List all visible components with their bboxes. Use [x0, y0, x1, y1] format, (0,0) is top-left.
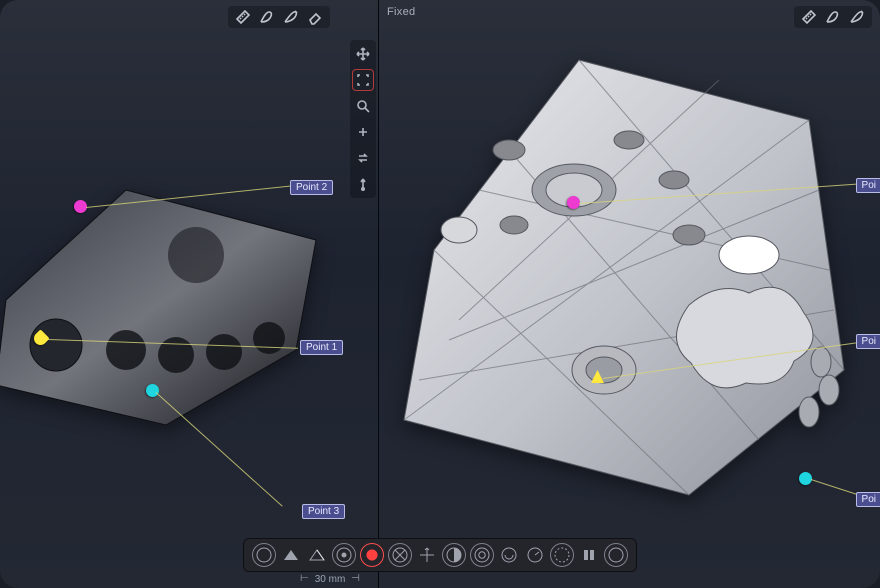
scale-label: 30 mm	[315, 574, 346, 585]
cmd-7[interactable]	[416, 544, 438, 566]
mesh-cad	[389, 40, 869, 510]
viewport-title: Fixed	[387, 6, 415, 18]
move-icon[interactable]	[353, 44, 373, 64]
cmd-3[interactable]	[306, 544, 328, 566]
sketch-icon[interactable]	[824, 8, 842, 26]
scale-bar: ⊢ 30 mm ⊣	[300, 574, 360, 585]
label-r-point2[interactable]: Poi	[856, 178, 880, 193]
label-point1[interactable]: Point 1	[300, 340, 343, 355]
mesh-scan	[0, 180, 336, 440]
label-point2-text: Point 2	[296, 182, 327, 193]
orient-icon[interactable]	[353, 174, 373, 194]
measure-icon[interactable]	[234, 8, 252, 26]
measure-icon[interactable]	[800, 8, 818, 26]
eraser-icon[interactable]	[306, 8, 324, 26]
cmd-5-active[interactable]	[360, 543, 384, 567]
label-r-point1[interactable]: Poi	[856, 334, 880, 349]
top-toolbar-left	[228, 6, 330, 28]
label-point2[interactable]: Point 2	[290, 180, 333, 195]
pen-icon[interactable]	[848, 8, 866, 26]
add-icon[interactable]	[353, 122, 373, 142]
label-point3[interactable]: Point 3	[302, 504, 345, 519]
fit-icon[interactable]	[353, 70, 373, 90]
label-point3-text: Point 3	[308, 506, 339, 517]
cmd-8[interactable]	[442, 543, 466, 567]
cmd-14[interactable]	[604, 543, 628, 567]
cmd-11[interactable]	[524, 544, 546, 566]
cmd-9[interactable]	[470, 543, 494, 567]
zoom-icon[interactable]	[353, 96, 373, 116]
cmd-2[interactable]	[280, 544, 302, 566]
label-r-point1-text: Poi	[862, 336, 876, 347]
viewport-right[interactable]: Fixed	[379, 0, 880, 588]
label-point1-text: Point 1	[306, 342, 337, 353]
command-bar	[243, 538, 637, 572]
cmd-13[interactable]	[578, 544, 600, 566]
pen-icon[interactable]	[282, 8, 300, 26]
viewport-left[interactable]: Point 1 Point 2 Point 3	[0, 0, 379, 588]
cmd-12[interactable]	[550, 543, 574, 567]
cmd-4[interactable]	[332, 543, 356, 567]
cmd-1[interactable]	[252, 543, 276, 567]
sketch-icon[interactable]	[258, 8, 276, 26]
top-toolbar-right	[794, 6, 872, 28]
cmd-6[interactable]	[388, 543, 412, 567]
swap-icon[interactable]	[353, 148, 373, 168]
label-r-point2-text: Poi	[862, 180, 876, 191]
label-r-point3-text: Poi	[862, 494, 876, 505]
label-r-point3[interactable]: Poi	[856, 492, 880, 507]
cmd-10[interactable]	[498, 544, 520, 566]
view-nav-strip	[350, 40, 376, 198]
